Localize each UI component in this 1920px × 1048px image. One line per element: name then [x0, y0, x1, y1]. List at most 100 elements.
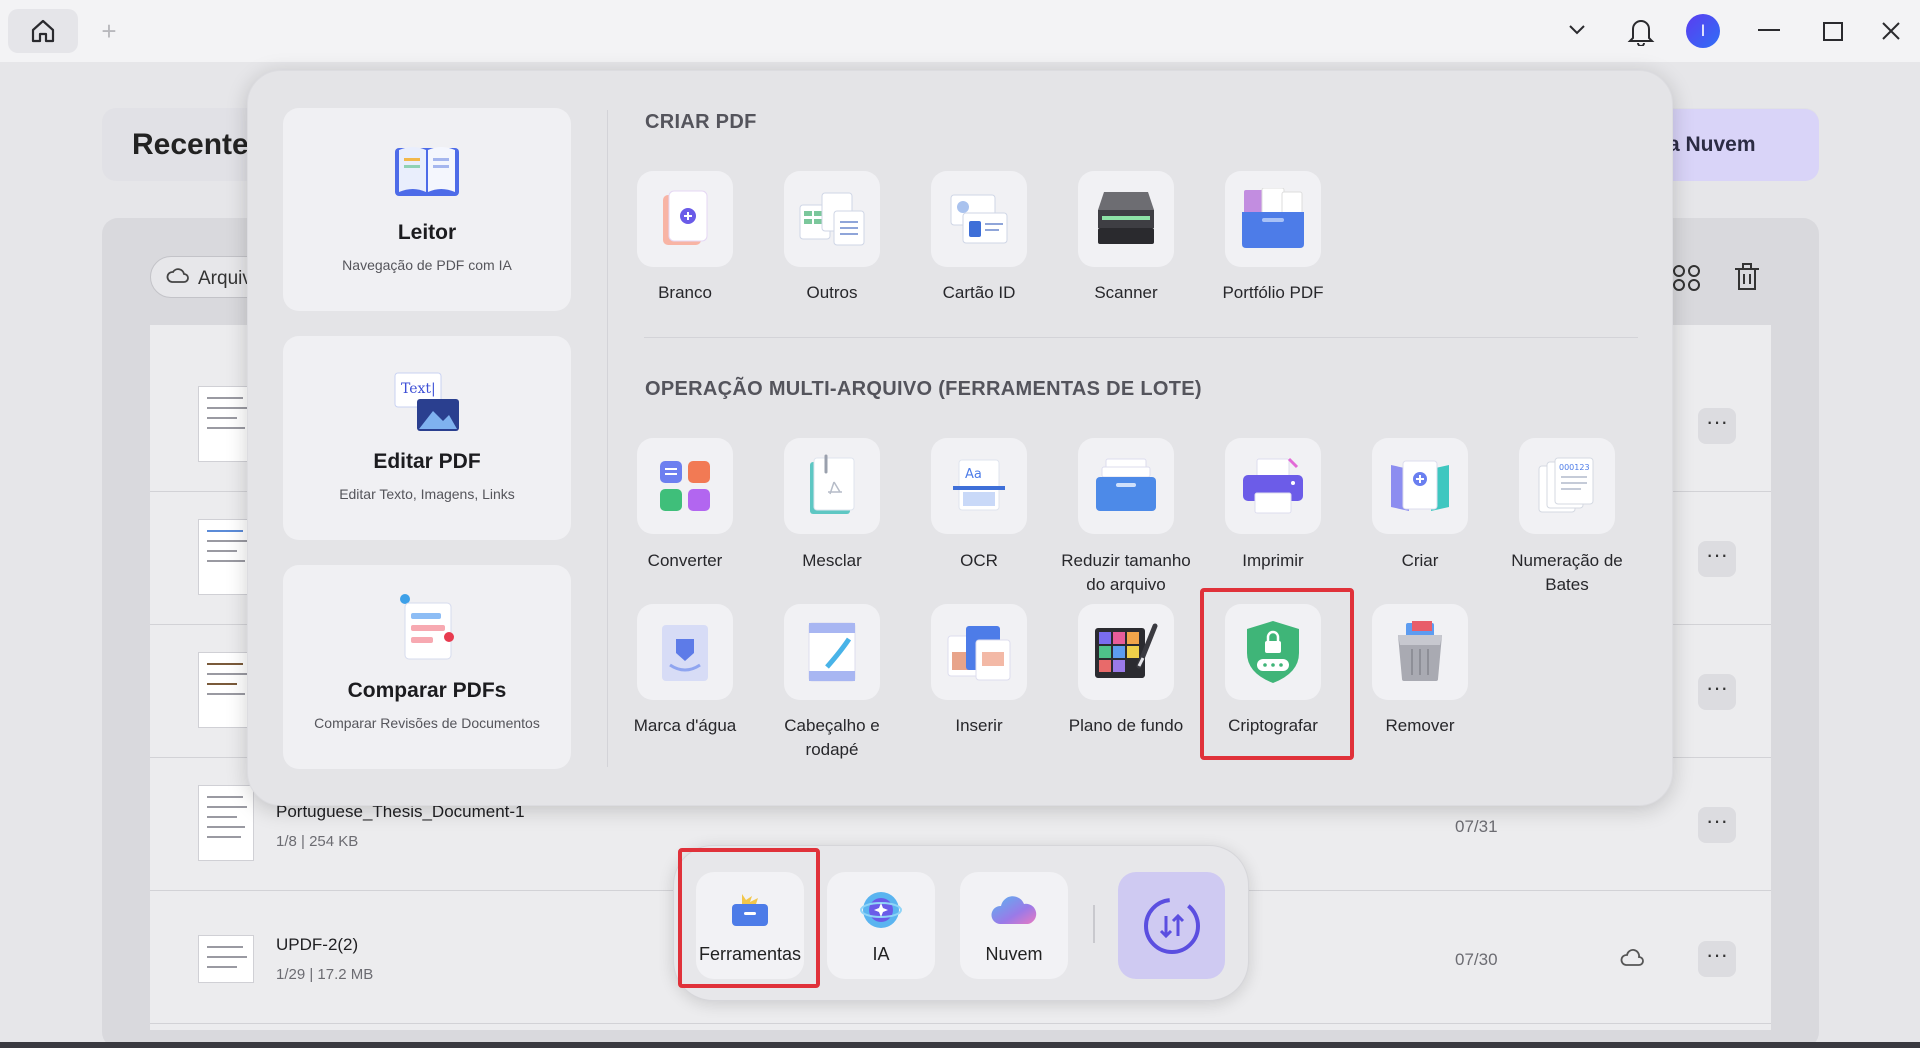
cloud-icon [166, 268, 189, 283]
ai-icon [860, 892, 902, 928]
edit-text-icon: Text| [394, 372, 459, 431]
trash-bin-icon [1398, 621, 1442, 681]
tool-remove[interactable] [1372, 604, 1468, 700]
convert-icon [660, 461, 710, 511]
batch-heading: OPERAÇÃO MULTI-ARQUIVO (FERRAMENTAS DE L… [645, 378, 1202, 400]
filter-label: Arquiv [198, 268, 252, 289]
scanner-icon [1098, 192, 1154, 244]
tool-print[interactable] [1225, 438, 1321, 534]
documents-icon [799, 192, 865, 246]
tool-others[interactable] [784, 171, 880, 267]
close-icon[interactable] [1880, 20, 1902, 42]
header-footer-icon [808, 622, 856, 682]
id-card-icon [950, 194, 1008, 244]
palette-icon [1095, 623, 1158, 678]
tool-label: Inserir [955, 716, 1003, 735]
tool-label: Remover [1385, 716, 1455, 735]
tool-pdf-portfolio[interactable] [1225, 171, 1321, 267]
reader-card[interactable]: Leitor Navegação de PDF com IA [283, 108, 571, 311]
tool-label: OCR [960, 551, 998, 570]
tool-label: Outros [806, 283, 858, 302]
title-bar: + I [0, 0, 1920, 62]
reader-title: Leitor [397, 221, 457, 244]
tool-compress[interactable] [1078, 438, 1174, 534]
home-button[interactable] [8, 9, 78, 53]
grid-view-icon[interactable] [1672, 263, 1702, 293]
bell-icon[interactable] [1627, 16, 1655, 46]
file-date: 07/31 [1455, 817, 1498, 836]
tool-merge[interactable] [784, 438, 880, 534]
tool-label: Portfólio PDF [1222, 283, 1324, 302]
more-options-button[interactable]: ··· [1698, 541, 1736, 577]
tool-label: Scanner [1094, 283, 1158, 302]
printer-icon [1243, 457, 1303, 514]
more-options-button[interactable]: ··· [1698, 807, 1736, 843]
file-date: 07/30 [1455, 950, 1498, 969]
tool-label: Plano de fundo [1068, 716, 1184, 735]
file-name: UPDF-2(2) [276, 935, 359, 954]
insert-icon [947, 626, 1011, 681]
maximize-icon[interactable] [1823, 22, 1843, 41]
tool-scanner[interactable] [1078, 171, 1174, 267]
file-meta: 1/29 | 17.2 MB [276, 966, 374, 983]
tool-label: Cabeçalho e rodapé [784, 716, 880, 759]
tool-header-footer[interactable] [784, 604, 880, 700]
dock-label: Nuvem [985, 944, 1043, 964]
tool-bates-numbering[interactable]: 000123 [1519, 438, 1615, 534]
chevron-down-icon[interactable] [1566, 18, 1588, 40]
compare-subtitle: Comparar Revisões de Documentos [314, 715, 540, 731]
file-thumbnail [198, 785, 254, 861]
reader-subtitle: Navegação de PDF com IA [342, 257, 512, 273]
encrypt-highlight [1200, 588, 1354, 760]
edit-pdf-subtitle: Editar Texto, Imagens, Links [339, 486, 515, 502]
portfolio-icon [1242, 188, 1304, 248]
tool-background[interactable] [1078, 604, 1174, 700]
bates-icon: 000123 [1538, 457, 1594, 513]
tool-blank[interactable] [637, 171, 733, 267]
dock-divider [1093, 905, 1095, 943]
divider [607, 110, 608, 767]
cloud-icon[interactable] [1620, 948, 1646, 970]
tool-label: Numeração de Bates [1511, 551, 1623, 594]
tool-insert[interactable] [931, 604, 1027, 700]
book-icon [395, 147, 459, 196]
tool-label: Branco [658, 283, 712, 302]
tool-convert[interactable] [637, 438, 733, 534]
edit-pdf-card[interactable]: Text| Editar PDF Editar Texto, Imagens, … [283, 336, 571, 540]
divider [644, 337, 1638, 338]
file-thumbnail [198, 386, 254, 462]
tool-id-card[interactable] [931, 171, 1027, 267]
svg-text:Text|: Text| [401, 381, 436, 397]
tool-watermark[interactable] [637, 604, 733, 700]
file-thumbnail [198, 519, 254, 595]
svg-text:000123: 000123 [1559, 463, 1590, 472]
tool-label: Marca d'água [633, 716, 737, 735]
more-options-button[interactable]: ··· [1698, 674, 1736, 710]
tool-label: Criar [1401, 551, 1439, 570]
compare-pdfs-card[interactable]: Comparar PDFs Comparar Revisões de Docum… [283, 565, 571, 769]
file-thumbnail [198, 935, 254, 983]
minimize-icon[interactable] [1758, 29, 1780, 31]
plus-icon[interactable]: + [98, 17, 120, 45]
cloud-icon [991, 896, 1037, 924]
dock-batch-button[interactable] [1118, 872, 1225, 979]
merge-icon [810, 454, 855, 514]
trash-icon[interactable] [1731, 258, 1763, 292]
tool-ocr[interactable]: Aa [931, 438, 1027, 534]
tool-create[interactable] [1372, 438, 1468, 534]
file-thumbnail [198, 652, 254, 728]
home-icon [31, 19, 55, 43]
tool-label: Converter [647, 551, 723, 570]
more-options-button[interactable]: ··· [1698, 941, 1736, 977]
page-title: Recente [132, 128, 249, 161]
upload-cloud-label: a Nuvem [1668, 133, 1756, 156]
edit-pdf-title: Editar PDF [373, 450, 481, 473]
more-options-button[interactable]: ··· [1698, 408, 1736, 444]
ocr-icon: Aa [953, 459, 1005, 511]
transfer-icon [1143, 897, 1200, 954]
tool-label: Cartão ID [942, 283, 1016, 302]
compress-icon [1096, 458, 1156, 511]
blank-page-icon [663, 190, 708, 245]
tools-highlight [678, 848, 820, 988]
avatar[interactable]: I [1686, 14, 1720, 48]
